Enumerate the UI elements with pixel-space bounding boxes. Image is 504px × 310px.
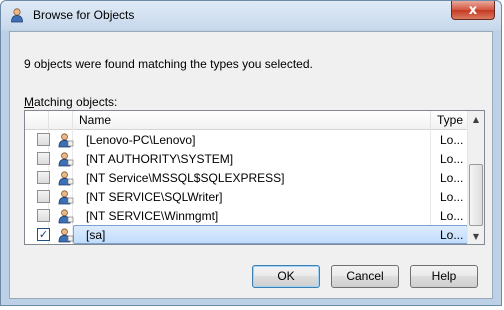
object-type: Lo... <box>440 152 464 166</box>
scroll-down-icon[interactable]: ▼ <box>468 228 484 244</box>
object-type: Lo... <box>440 190 464 204</box>
row-checkbox[interactable] <box>37 209 50 222</box>
row-checkbox[interactable]: ✓ <box>37 228 50 241</box>
user-icon <box>58 228 74 243</box>
window-title: Browse for Objects <box>33 8 135 22</box>
list-item[interactable]: ✓ [sa] Lo... <box>25 225 468 244</box>
accelerator-key: M <box>24 95 34 109</box>
vertical-scrollbar[interactable]: ▲ ▼ <box>467 111 484 244</box>
user-icon <box>58 171 74 186</box>
header-name[interactable]: Name <box>73 111 431 129</box>
row-checkbox[interactable] <box>37 171 50 184</box>
scroll-up-icon[interactable]: ▲ <box>468 111 484 127</box>
user-icon <box>58 133 74 148</box>
header-icon-column[interactable] <box>49 111 73 129</box>
matching-objects-label-text: atching objects: <box>34 95 118 109</box>
list-item[interactable]: [NT SERVICE\Winmgmt] Lo... <box>25 206 468 225</box>
scrollbar-thumb[interactable] <box>469 164 483 226</box>
user-icon <box>11 8 23 23</box>
row-checkbox[interactable] <box>37 133 50 146</box>
matching-objects-label: Matching objects: <box>24 95 117 109</box>
list-item[interactable]: [NT SERVICE\SQLWriter] Lo... <box>25 187 468 206</box>
object-name: [NT SERVICE\Winmgmt] <box>86 209 219 223</box>
checkmark-icon: ✓ <box>38 228 49 241</box>
help-button[interactable]: Help <box>410 265 478 288</box>
close-icon: x <box>468 2 478 18</box>
ok-button[interactable]: OK <box>252 265 320 288</box>
object-name: [NT SERVICE\SQLWriter] <box>86 190 223 204</box>
row-checkbox[interactable] <box>37 190 50 203</box>
browse-for-objects-dialog: Browse for Objects x 9 objects were foun… <box>0 0 502 306</box>
object-name: [NT Service\MSSQL$SQLEXPRESS] <box>86 171 285 185</box>
list-item[interactable]: [NT AUTHORITY\SYSTEM] Lo... <box>25 149 468 168</box>
list-header: Name Type <box>25 111 468 130</box>
status-message: 9 objects were found matching the types … <box>24 57 313 71</box>
object-type: Lo... <box>440 133 464 147</box>
matching-objects-list[interactable]: Name Type [Lenovo-PC\Lenovo] Lo... [NT AUT… <box>24 110 485 245</box>
object-name: [Lenovo-PC\Lenovo] <box>86 133 196 147</box>
header-checkbox-column[interactable] <box>25 111 49 129</box>
list-item[interactable]: [NT Service\MSSQL$SQLEXPRESS] Lo... <box>25 168 468 187</box>
object-name: [sa] <box>86 228 106 242</box>
cancel-button[interactable]: Cancel <box>331 265 399 288</box>
list-item[interactable]: [Lenovo-PC\Lenovo] Lo... <box>25 130 468 149</box>
title-bar[interactable]: Browse for Objects x <box>1 1 501 29</box>
object-name: [NT AUTHORITY\SYSTEM] <box>86 152 234 166</box>
header-type[interactable]: Type <box>431 111 468 129</box>
close-button[interactable]: x <box>451 1 495 20</box>
object-type: Lo... <box>440 209 464 223</box>
user-icon <box>58 209 74 224</box>
object-type: Lo... <box>440 171 464 185</box>
user-icon <box>58 152 74 167</box>
user-icon <box>58 190 74 205</box>
selection-highlight <box>73 225 468 244</box>
row-checkbox[interactable] <box>37 152 50 165</box>
object-type: Lo... <box>440 228 464 242</box>
dialog-body: 9 objects were found matching the types … <box>9 31 493 299</box>
